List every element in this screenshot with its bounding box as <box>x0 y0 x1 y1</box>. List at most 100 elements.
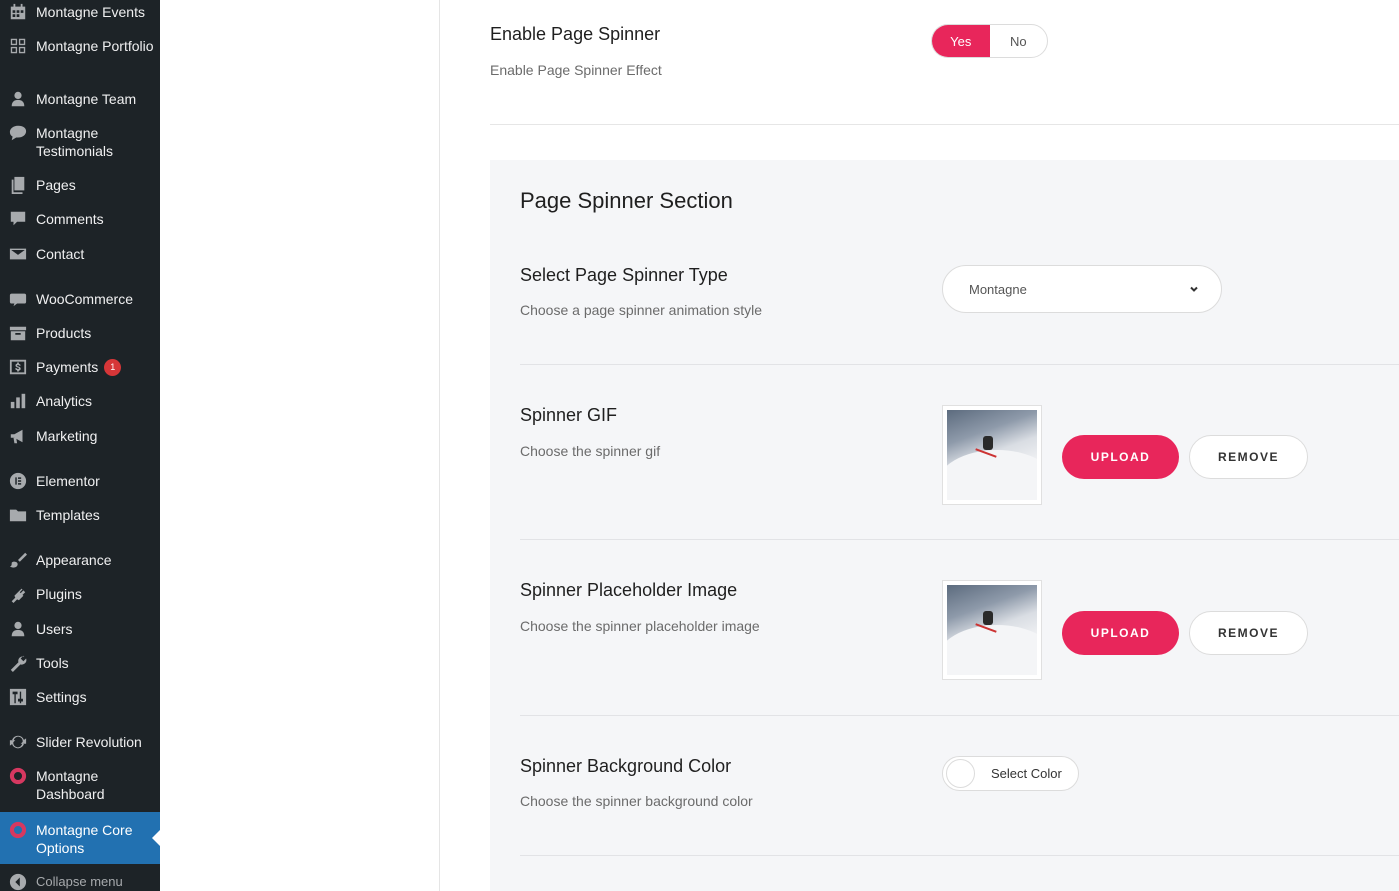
enable-spinner-toggle[interactable]: Yes No <box>931 24 1048 58</box>
sidebar-item-payments[interactable]: Payments 1 <box>0 358 160 376</box>
background-color-title: Spinner Background Color <box>520 756 732 776</box>
sidebar-item-montagne-core-options[interactable]: Montagne Core Options <box>0 812 160 864</box>
spinner-gif-preview <box>942 405 1042 505</box>
sidebar-item-label: Payments <box>36 359 99 375</box>
options-content: Enable Page Spinner Enable Page Spinner … <box>440 0 1399 891</box>
spinner-type-select[interactable]: Montagne <box>942 265 1222 313</box>
sidebar-item-label: Settings <box>36 689 87 705</box>
color-swatch <box>946 759 975 788</box>
chevron-down-icon <box>1187 282 1201 296</box>
sidebar-item-pages[interactable]: Pages <box>0 176 160 194</box>
sidebar-item-label: Montagne Core Options <box>36 822 133 856</box>
plug-icon <box>8 584 28 604</box>
divider <box>520 539 1399 540</box>
sidebar-item-plugins[interactable]: Plugins <box>0 585 160 603</box>
toggle-yes-option[interactable]: Yes <box>932 25 990 57</box>
sidebar-item-settings[interactable]: Settings <box>0 688 160 706</box>
sidebar-item-montagne-testimonials[interactable]: Montagne Testimonials <box>0 124 160 160</box>
background-color-picker[interactable]: Select Color <box>942 756 1079 791</box>
sidebar-item-label: Appearance <box>36 552 112 568</box>
sidebar-item-comments[interactable]: Comments <box>0 210 160 228</box>
select-value: Montagne <box>969 281 1027 297</box>
placeholder-image-remove-button[interactable]: REMOVE <box>1189 611 1308 655</box>
preview-image <box>947 585 1037 675</box>
calendar-icon <box>8 2 28 22</box>
sidebar-item-marketing[interactable]: Marketing <box>0 427 160 445</box>
sidebar-item-templates[interactable]: Templates <box>0 506 160 524</box>
sidebar-item-label: Montagne Events <box>36 4 145 20</box>
sidebar-item-label: Montagne Team <box>36 91 137 107</box>
sidebar-item-label: Comments <box>36 211 104 227</box>
collapse-menu-label: Collapse menu <box>36 874 123 889</box>
sliders-icon <box>8 687 28 707</box>
placeholder-image-description: Choose the spinner placeholder image <box>520 618 760 634</box>
sidebar-item-montagne-dashboard[interactable]: Montagne Dashboard <box>0 767 160 803</box>
sidebar-item-woocommerce[interactable]: WooCommerce <box>0 290 160 308</box>
sidebar-item-montagne-portfolio[interactable]: Montagne Portfolio <box>0 37 160 73</box>
spinner-gif-description: Choose the spinner gif <box>520 443 661 459</box>
sidebar-item-label: Slider Revolution <box>36 734 142 750</box>
sidebar-item-montagne-events[interactable]: Montagne Events <box>0 3 160 21</box>
toggle-no-option[interactable]: No <box>990 25 1048 57</box>
refresh-icon <box>8 732 28 752</box>
sidebar-item-label: Analytics <box>36 393 93 409</box>
collapse-menu-button[interactable]: Collapse menu <box>0 873 160 891</box>
divider <box>520 364 1399 365</box>
montagne-logo-icon <box>8 820 28 840</box>
woo-icon <box>8 289 28 309</box>
pages-icon <box>8 175 28 195</box>
spinner-type-title: Select Page Spinner Type <box>520 265 728 285</box>
sidebar-item-slider-revolution[interactable]: Slider Revolution <box>0 733 160 751</box>
sidebar-item-montagne-team[interactable]: Montagne Team <box>0 90 160 108</box>
options-navigation-panel <box>160 0 440 891</box>
placeholder-image-title: Spinner Placeholder Image <box>520 580 738 600</box>
placeholder-image-upload-button[interactable]: UPLOAD <box>1062 611 1179 655</box>
folder-icon <box>8 505 28 525</box>
elementor-icon <box>8 471 28 491</box>
divider <box>490 124 1399 125</box>
enable-spinner-title: Enable Page Spinner <box>490 24 661 44</box>
bar-chart-icon <box>8 391 28 411</box>
spinner-gif-remove-button[interactable]: REMOVE <box>1189 435 1308 479</box>
admin-sidebar: Montagne Events Montagne Portfolio Monta… <box>0 0 160 891</box>
sidebar-item-tools[interactable]: Tools <box>0 654 160 672</box>
sidebar-item-label: Pages <box>36 177 76 193</box>
mail-icon <box>8 244 28 264</box>
wrench-icon <box>8 653 28 673</box>
spinner-gif-upload-button[interactable]: UPLOAD <box>1062 435 1179 479</box>
sidebar-item-label: Users <box>36 621 73 637</box>
speech-bubble-icon <box>8 123 28 143</box>
user-icon <box>8 619 28 639</box>
dollar-icon <box>8 357 28 377</box>
sidebar-item-users[interactable]: Users <box>0 620 160 638</box>
sidebar-item-elementor[interactable]: Elementor <box>0 472 160 490</box>
grid-icon <box>8 36 28 56</box>
megaphone-icon <box>8 426 28 446</box>
user-icon <box>8 89 28 109</box>
sidebar-item-label: Plugins <box>36 586 82 602</box>
divider <box>520 855 1399 856</box>
sidebar-item-appearance[interactable]: Appearance <box>0 551 160 569</box>
preview-image <box>947 410 1037 500</box>
active-indicator <box>152 830 160 846</box>
montagne-logo-icon <box>8 766 28 786</box>
sidebar-item-contact[interactable]: Contact <box>0 245 160 263</box>
section-title: Page Spinner Section <box>520 188 733 213</box>
sidebar-item-analytics[interactable]: Analytics <box>0 392 160 410</box>
sidebar-item-label: Elementor <box>36 473 100 489</box>
placeholder-image-preview <box>942 580 1042 680</box>
sidebar-item-label: Products <box>36 325 92 341</box>
spinner-type-description: Choose a page spinner animation style <box>520 302 763 318</box>
app-window: Montagne Events Montagne Portfolio Monta… <box>0 0 1399 891</box>
sidebar-item-label: WooCommerce <box>36 291 133 307</box>
sidebar-item-products[interactable]: Products <box>0 324 160 342</box>
sidebar-item-label: Montagne Testimonials <box>36 125 114 159</box>
enable-spinner-description: Enable Page Spinner Effect <box>490 62 662 78</box>
sidebar-item-label: Contact <box>36 246 85 262</box>
background-color-description: Choose the spinner background color <box>520 793 753 809</box>
sidebar-item-label: Montagne Dashboard <box>36 768 105 802</box>
comment-icon <box>8 209 28 229</box>
sidebar-item-label-wrap: Payments 1 <box>36 358 156 376</box>
spinner-gif-title: Spinner GIF <box>520 405 618 425</box>
page-spinner-section: Page Spinner Section Select Page Spinner… <box>490 160 1399 891</box>
